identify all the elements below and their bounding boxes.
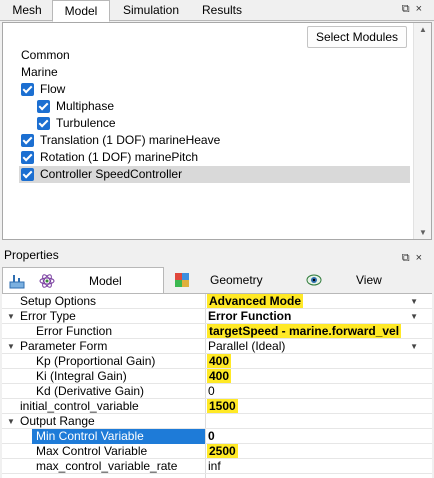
app-window: Mesh Model Simulation Results ⧉× Select …: [0, 0, 434, 478]
property-row[interactable]: Max Control Variable 2500: [2, 444, 432, 459]
main-tab-bar: Mesh Model Simulation Results ⧉×: [0, 0, 434, 22]
property-name: Max Control Variable: [36, 444, 148, 458]
property-name: Error Type: [20, 309, 76, 323]
tree-item-controller[interactable]: Controller SpeedController: [19, 166, 410, 183]
property-value[interactable]: 0: [208, 384, 215, 399]
property-value[interactable]: Error Function: [208, 309, 291, 324]
property-value[interactable]: inf: [208, 459, 221, 474]
property-row[interactable]: max_control_variable_rate inf: [2, 459, 432, 474]
float-icon[interactable]: ⧉: [402, 3, 416, 15]
property-row[interactable]: Kd (Derivative Gain) 0: [2, 384, 432, 399]
top-window-buttons: ⧉×: [402, 3, 428, 16]
model-tree-panel: Select Modules Common Marine Flow Multip…: [2, 22, 432, 240]
property-value[interactable]: 2500: [207, 444, 238, 458]
tree-item-marine[interactable]: Marine: [21, 64, 58, 81]
tab-mesh[interactable]: Mesh: [2, 0, 52, 21]
properties-title: Properties: [4, 248, 59, 262]
tab-properties-model[interactable]: Model: [2, 267, 164, 293]
property-name: Error Function: [36, 324, 113, 338]
checkbox-icon[interactable]: [21, 134, 34, 147]
property-name: Output Range: [20, 414, 95, 428]
tree-item-rotation[interactable]: Rotation (1 DOF) marinePitch: [21, 149, 411, 166]
model-icon: [9, 275, 25, 289]
property-name: Min Control Variable: [32, 429, 205, 444]
property-value[interactable]: 400: [207, 354, 232, 368]
properties-window-buttons: ⧉×: [402, 248, 428, 268]
property-value[interactable]: 0: [208, 429, 215, 444]
tree-item-label: Rotation (1 DOF) marinePitch: [40, 150, 199, 164]
collapse-icon[interactable]: ▼: [7, 342, 16, 351]
tab-model[interactable]: Model: [52, 0, 110, 22]
view-icon: [306, 274, 322, 286]
property-row[interactable]: Min Control Variable 0: [2, 429, 432, 444]
tree-item-multiphase[interactable]: Multiphase: [37, 98, 407, 115]
checkbox-icon[interactable]: [37, 100, 50, 113]
tree-scrollbar[interactable]: ▲ ▼: [413, 23, 431, 239]
property-value[interactable]: Parallel (Ideal): [208, 339, 285, 354]
property-row[interactable]: Setup Options Advanced Mode ▼: [2, 294, 432, 309]
property-row[interactable]: initial_control_variable 1500: [2, 399, 432, 414]
tree-item-label: Turbulence: [56, 116, 116, 130]
property-name: Ki (Integral Gain): [36, 369, 127, 383]
property-name: Setup Options: [20, 294, 97, 308]
tab-label: Geometry: [210, 273, 263, 287]
tab-properties-geometry[interactable]: Geometry: [164, 267, 294, 293]
property-name: Kd (Derivative Gain): [36, 384, 145, 398]
tab-results[interactable]: Results: [192, 0, 252, 21]
property-name: Kp (Proportional Gain): [36, 354, 156, 368]
checkbox-icon[interactable]: [21, 168, 34, 181]
tree-item-label: Translation (1 DOF) marineHeave: [40, 133, 221, 147]
property-value[interactable]: Advanced Mode: [207, 294, 304, 308]
properties-tab-bar: Model Geometry View: [2, 267, 432, 293]
property-value[interactable]: targetSpeed - marine.forward_vel: [207, 324, 402, 338]
tab-label: View: [356, 273, 382, 287]
scroll-down-icon[interactable]: ▼: [419, 228, 427, 237]
tree-item-label: Multiphase: [56, 99, 115, 113]
chevron-down-icon[interactable]: ▼: [410, 309, 418, 324]
checkbox-icon[interactable]: [37, 117, 50, 130]
tree-item-flow[interactable]: Flow: [21, 81, 411, 98]
checkbox-icon[interactable]: [21, 83, 34, 96]
tab-label: Model: [89, 274, 122, 288]
properties-header: Properties ⧉×: [0, 245, 434, 265]
tab-properties-view[interactable]: View: [294, 267, 432, 293]
property-row[interactable]: Ki (Integral Gain) 400: [2, 369, 432, 384]
checkbox-icon[interactable]: [21, 151, 34, 164]
tree-item-turbulence[interactable]: Turbulence: [37, 115, 407, 132]
collapse-icon[interactable]: ▼: [7, 312, 16, 321]
close-icon[interactable]: ×: [416, 3, 428, 15]
float-icon[interactable]: ⧉: [402, 252, 416, 264]
property-row[interactable]: ▼ Error Type Error Function ▼: [2, 309, 432, 324]
tree-item-label: Controller SpeedController: [40, 167, 183, 181]
geometry-icon: [175, 273, 189, 287]
close-icon[interactable]: ×: [416, 252, 428, 264]
property-value[interactable]: 400: [207, 369, 232, 383]
atom-icon: [39, 274, 55, 288]
tree-item-label: Flow: [40, 82, 66, 96]
property-row[interactable]: Kp (Proportional Gain) 400: [2, 354, 432, 369]
property-row[interactable]: Error Function targetSpeed - marine.forw…: [2, 324, 432, 339]
property-row[interactable]: ▼ Parameter Form Parallel (Ideal) ▼: [2, 339, 432, 354]
chevron-down-icon[interactable]: ▼: [410, 294, 418, 309]
property-value[interactable]: 1500: [207, 399, 238, 413]
chevron-down-icon[interactable]: ▼: [410, 339, 418, 354]
tree-item-common[interactable]: Common: [21, 47, 70, 64]
tab-simulation[interactable]: Simulation: [110, 0, 192, 21]
property-name: initial_control_variable: [20, 399, 139, 413]
property-row[interactable]: ▼ Output Range: [2, 414, 432, 429]
collapse-icon[interactable]: ▼: [7, 417, 16, 426]
property-name: max_control_variable_rate: [36, 459, 178, 473]
scroll-up-icon[interactable]: ▲: [419, 25, 427, 34]
select-modules-button[interactable]: Select Modules: [306, 26, 407, 48]
property-grid: Setup Options Advanced Mode ▼ ▼ Error Ty…: [2, 293, 432, 478]
property-name: Parameter Form: [20, 339, 108, 353]
tree-item-translation[interactable]: Translation (1 DOF) marineHeave: [21, 132, 411, 149]
